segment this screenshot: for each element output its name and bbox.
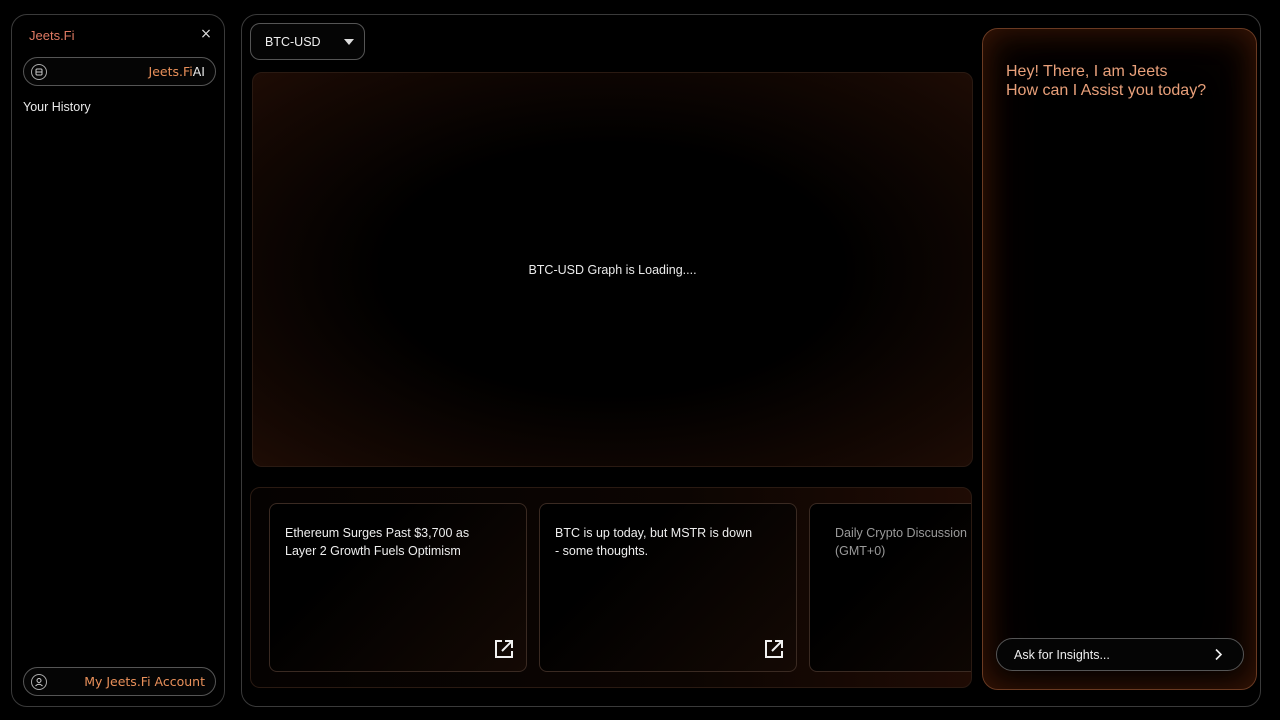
pair-select[interactable]: BTC-USD xyxy=(250,23,365,60)
sidebar: Jeets.Fi × Jeets.Fi AI Your History My J… xyxy=(11,14,225,707)
chevron-right-icon[interactable] xyxy=(1212,648,1225,661)
ask-placeholder: Ask for Insights... xyxy=(1014,647,1110,662)
news-title: Daily Crypto Discussion (GMT+0) xyxy=(835,526,967,558)
news-carousel[interactable]: Ethereum Surges Past $3,700 as Layer 2 G… xyxy=(250,487,972,688)
bot-icon xyxy=(31,64,47,80)
history-title: Your History xyxy=(23,100,91,114)
chevron-down-icon xyxy=(344,39,354,45)
greeting-line-1: Hey! There, I am Jeets xyxy=(1006,63,1168,80)
brand-logo: Jeets.Fi xyxy=(29,28,75,43)
news-title: BTC is up today, but MSTR is down - some… xyxy=(555,526,753,558)
chat-panel: Hey! There, I am Jeets How can I Assist … xyxy=(982,28,1257,690)
price-graph: BTC-USD Graph is Loading.... xyxy=(252,72,973,467)
close-sidebar-button[interactable]: × xyxy=(200,27,212,41)
ai-button-brand: Jeets.Fi xyxy=(148,64,193,79)
external-link-icon[interactable] xyxy=(764,639,784,659)
account-label: My Jeets.Fi Account xyxy=(84,674,205,689)
user-icon xyxy=(31,674,47,690)
greeting-line-2: How can I Assist you today? xyxy=(1006,82,1207,99)
external-link-icon[interactable] xyxy=(494,639,514,659)
graph-loading-text: BTC-USD Graph is Loading.... xyxy=(528,263,697,277)
news-card[interactable]: Daily Crypto Discussion (GMT+0) xyxy=(809,503,971,672)
news-card[interactable]: BTC is up today, but MSTR is down - some… xyxy=(539,503,797,672)
pair-select-value: BTC-USD xyxy=(265,34,321,49)
my-account-button[interactable]: My Jeets.Fi Account xyxy=(23,667,216,696)
ask-insights-input[interactable]: Ask for Insights... xyxy=(996,638,1244,671)
ai-button-suffix: AI xyxy=(192,64,205,79)
news-card[interactable]: Ethereum Surges Past $3,700 as Layer 2 G… xyxy=(269,503,527,672)
news-title: Ethereum Surges Past $3,700 as Layer 2 G… xyxy=(285,526,470,558)
jeets-ai-button[interactable]: Jeets.Fi AI xyxy=(23,57,216,86)
chat-greeting: Hey! There, I am Jeets How can I Assist … xyxy=(1006,62,1206,100)
